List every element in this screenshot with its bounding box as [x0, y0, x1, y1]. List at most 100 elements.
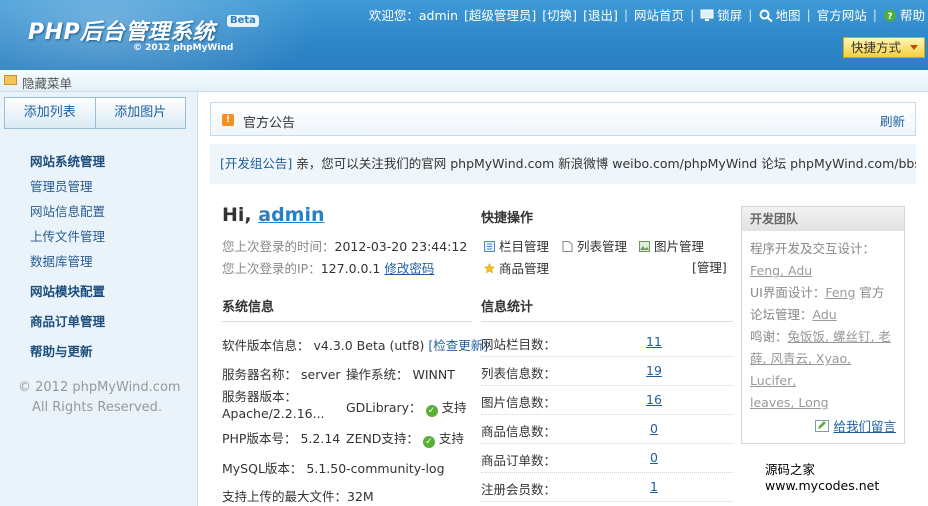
stat-label: 注册会员数：	[481, 482, 557, 497]
alert-icon: !	[222, 114, 234, 126]
sidebar-group-modules[interactable]: 网站模块配置	[30, 282, 105, 312]
notice-body: [开发组公告] 亲，您可以关注我们的官网 phpMyWind.com 新浪微博 …	[210, 144, 916, 184]
sidebar-copyright: © 2012 phpMyWind.com All Rights Reserved…	[18, 378, 181, 418]
lock-label: 锁屏	[717, 8, 743, 23]
sidebar-item-uploads[interactable]: 上传文件管理	[30, 227, 105, 252]
dev-line1-names[interactable]: Feng, Adu	[750, 263, 812, 278]
help-icon: ?	[883, 9, 896, 22]
stat-value-link[interactable]: 11	[639, 334, 669, 349]
dev-line3-name[interactable]: Adu	[813, 307, 837, 322]
gd-label: GDLibrary：	[346, 400, 422, 415]
map-link[interactable]: 地图	[759, 5, 801, 24]
sidebar-group-help[interactable]: 帮助与更新	[30, 342, 105, 367]
quick-menu-button[interactable]: 快捷方式	[843, 37, 925, 58]
dev-line1-label: 程序开发及交互设计：	[750, 241, 876, 256]
official-site-link[interactable]: 官方网站	[817, 5, 867, 24]
stat-row: 网站栏目数： 11	[481, 328, 733, 357]
notice-title: 官方公告	[243, 116, 296, 131]
version-value: v4.3.0 Beta (utf8)	[313, 338, 425, 353]
stat-row: 图片信息数： 16	[481, 386, 733, 415]
check-icon: ✓	[425, 405, 438, 417]
stat-value-link[interactable]: 19	[639, 363, 669, 378]
stat-label: 图片信息数：	[481, 395, 557, 410]
tab-add-list[interactable]: 添加列表	[5, 98, 95, 128]
logout-link[interactable]: [退出]	[583, 5, 618, 24]
operating-system: 操作系统： WINNT	[346, 364, 455, 383]
check-update-link[interactable]: [检查更新]	[428, 338, 488, 353]
switch-link[interactable]: [切换]	[542, 5, 577, 24]
monitor-icon	[700, 9, 714, 21]
stat-label: 商品信息数：	[481, 424, 557, 439]
folder-icon	[4, 75, 17, 85]
sidebar-menu: 网站系统管理 管理员管理 网站信息配置 上传文件管理 数据库管理 网站模块配置 …	[30, 152, 105, 367]
refresh-link[interactable]: 刷新	[880, 111, 905, 130]
watermark: 源码之家www.mycodes.net	[765, 459, 928, 493]
quick-op-lists[interactable]: 列表管理	[562, 236, 627, 255]
top-header: PHP后台管理系统 Beta © 2012 phpMyWind 欢迎您：admi…	[0, 0, 928, 70]
divider: |	[806, 7, 811, 22]
os-value: WINNT	[412, 367, 455, 382]
map-label: 地图	[775, 8, 801, 23]
welcome-text: 欢迎您：admin	[368, 8, 459, 23]
server-name-label: 服务器名称：	[222, 367, 298, 382]
stat-value-link[interactable]: 16	[639, 392, 669, 407]
sidebar-item-site-config[interactable]: 网站信息配置	[30, 202, 105, 227]
logo-title: PHP后台管理系统	[28, 20, 216, 45]
sidebar-item-database[interactable]: 数据库管理	[30, 252, 105, 277]
server-name-value: server	[301, 367, 341, 382]
divider: |	[690, 7, 695, 22]
sidebar-tabs: 添加列表 添加图片	[4, 97, 186, 129]
gd-library: GDLibrary： ✓ 支持	[346, 397, 467, 417]
notice-text: 亲，您可以关注我们的官网 phpMyWind.com 新浪微博 weibo.co…	[292, 156, 916, 171]
quick-op-products[interactable]: 商品管理	[484, 258, 549, 277]
quick-op-products-label: 商品管理	[499, 261, 550, 276]
dev-line2-name[interactable]: Feng	[825, 285, 855, 300]
zend-support: ZEND支持： ✓ 支持	[346, 428, 464, 448]
dev-thanks-names-a[interactable]: 兔饭饭, 螺丝钉, 老	[788, 329, 891, 344]
notice-tag-link[interactable]: [开发组公告]	[220, 156, 292, 171]
quick-op-images-label: 图片管理	[654, 239, 705, 254]
sidebar-group-site[interactable]: 网站系统管理	[30, 152, 105, 177]
divider	[481, 321, 733, 322]
stat-row: 注册会员数： 1	[481, 473, 733, 502]
stat-label: 商品订单数：	[481, 453, 557, 468]
sidebar-group-orders[interactable]: 商品订单管理	[30, 312, 105, 342]
last-login-time: 您上次登录的时间：2012-03-20 23:44:12	[222, 236, 467, 255]
divider: |	[872, 7, 877, 22]
divider: |	[623, 7, 629, 22]
stat-label: 网站栏目数：	[481, 337, 557, 352]
leave-message-link[interactable]: 给我们留言	[815, 416, 896, 435]
system-info-title: 系统信息	[222, 300, 275, 315]
server-name: 服务器名称： server	[222, 364, 341, 383]
mysql-value: 5.1.50-community-log	[306, 461, 445, 476]
chevron-down-icon	[910, 45, 918, 50]
quick-ops-manage-link[interactable]: [管理]	[692, 257, 727, 276]
quick-menu-label: 快捷方式	[851, 40, 902, 55]
dev-thanks-names-c[interactable]: leaves, Long	[750, 395, 829, 410]
lock-link[interactable]: 锁屏	[700, 5, 742, 24]
dev-thanks-names-b[interactable]: 薛, 风青云, Xyao, Lucifer,	[750, 351, 851, 388]
zend-value: 支持	[438, 431, 464, 446]
site-home-link[interactable]: 网站首页	[634, 5, 684, 24]
quick-op-columns[interactable]: 栏目管理	[484, 236, 549, 255]
user-link[interactable]: admin	[258, 204, 324, 226]
sidebar-item-admins[interactable]: 管理员管理	[30, 177, 105, 202]
svg-text:?: ?	[887, 12, 892, 22]
sidebar: 添加列表 添加图片 网站系统管理 管理员管理 网站信息配置 上传文件管理 数据库…	[0, 92, 198, 506]
upload-value: 32M	[347, 489, 374, 504]
stat-value-link[interactable]: 0	[639, 450, 669, 465]
dev-line4-label: 鸣谢：	[750, 329, 788, 344]
server-version-label: 服务器版本：	[222, 389, 298, 404]
stat-value-link[interactable]: 0	[639, 421, 669, 436]
change-password-link[interactable]: 修改密码	[384, 261, 434, 276]
notice-header: ! 官方公告 刷新	[210, 102, 916, 136]
help-link[interactable]: ? 帮助	[883, 5, 925, 24]
role-link[interactable]: [超级管理员]	[464, 5, 536, 24]
quick-op-images[interactable]: 图片管理	[639, 236, 704, 255]
php-label: PHP版本号：	[222, 431, 297, 446]
help-label: 帮助	[899, 8, 925, 23]
search-icon	[759, 9, 773, 22]
stat-value-link[interactable]: 1	[639, 479, 669, 494]
hide-menu-toggle[interactable]: 隐藏菜单	[22, 73, 72, 92]
tab-add-image[interactable]: 添加图片	[94, 98, 186, 128]
